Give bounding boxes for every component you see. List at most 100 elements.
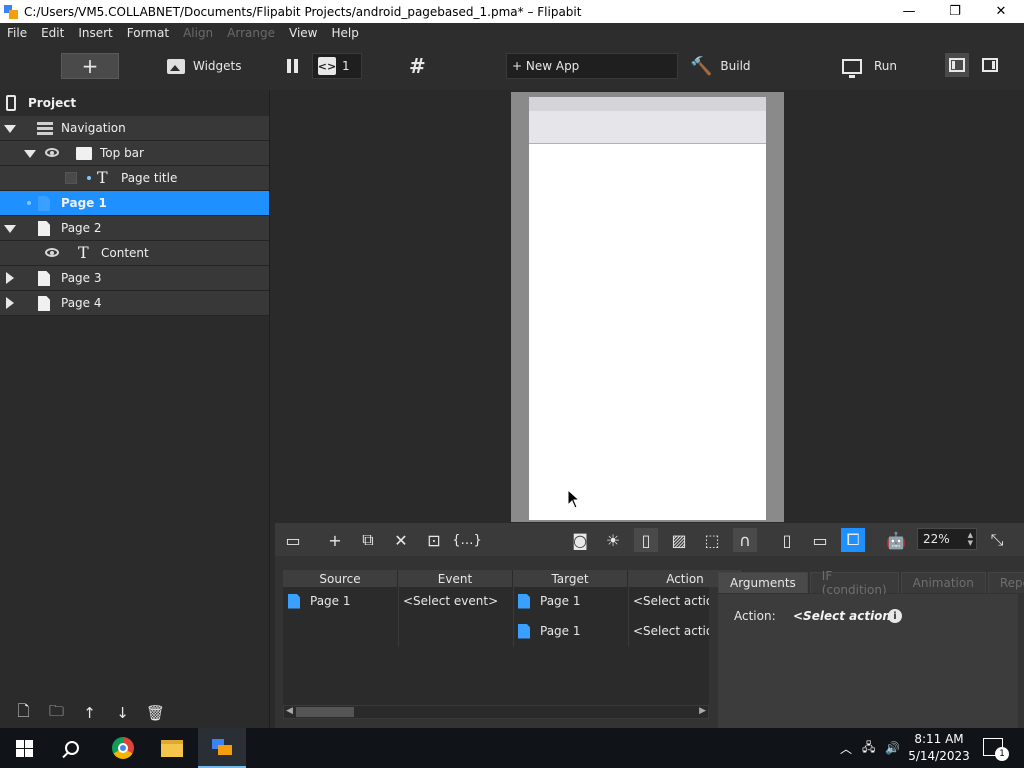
tree-item-content[interactable]: T Content [0, 241, 269, 266]
expand-triangle-icon[interactable] [4, 225, 16, 233]
flipabit-taskbar-button[interactable] [198, 728, 246, 768]
column-header-target[interactable]: Target [513, 570, 628, 587]
column-header-event[interactable]: Event [398, 570, 513, 587]
device-screen[interactable] [529, 97, 766, 520]
event-row-action[interactable]: <Select action> [633, 587, 709, 615]
project-header: Project [0, 90, 269, 116]
toggle-left-panel-button[interactable] [945, 53, 969, 77]
add-page-icon[interactable]: 🗋 [7, 701, 40, 726]
menu-align[interactable]: Align [176, 26, 220, 40]
expand-triangle-icon[interactable] [24, 150, 36, 158]
duplicate-icon[interactable]: ⧉ [356, 528, 380, 552]
hatch-icon[interactable]: ▨ [667, 528, 691, 552]
zoom-field[interactable]: 22% ▲ ▼ [917, 528, 977, 550]
scroll-right-icon[interactable]: ▶ [699, 706, 706, 716]
canvas-area[interactable] [271, 90, 1024, 523]
tree-item-page-1[interactable]: Page 1 [0, 191, 269, 216]
chrome-taskbar-button[interactable] [99, 728, 147, 768]
show-hidden-icons-button[interactable]: ︿ [840, 728, 852, 768]
menu-help[interactable]: Help [324, 26, 365, 40]
scrollbar-thumb[interactable] [296, 707, 354, 717]
scroll-left-icon[interactable]: ◀ [286, 706, 293, 716]
device-top-bar[interactable] [529, 111, 766, 144]
page-number-selector[interactable]: <> 1 [312, 53, 362, 79]
menu-arrange[interactable]: Arrange [220, 26, 282, 40]
expand-triangle-icon[interactable] [4, 125, 16, 133]
build-button[interactable]: 🔨 Build [690, 55, 751, 77]
tree-item-top-bar[interactable]: Top bar [0, 141, 269, 166]
start-button[interactable] [0, 728, 48, 768]
tree-item-page-4[interactable]: Page 4 [0, 291, 269, 316]
event-row-target[interactable]: Page 1 [518, 617, 626, 645]
tab-arguments[interactable]: Arguments [718, 572, 808, 593]
brightness-icon[interactable]: ☀ [601, 528, 625, 552]
taskbar-clock[interactable]: 8:11 AM 5/14/2023 [905, 731, 973, 765]
tab-if-condition[interactable]: IF (condition) [809, 569, 899, 597]
app-selector[interactable]: + New App [506, 53, 678, 79]
action-select[interactable]: <Select action> [793, 609, 901, 623]
event-row-event[interactable]: <Select event> [403, 587, 511, 615]
column-header-source[interactable]: Source [283, 570, 398, 587]
grid-button[interactable]: # [409, 54, 426, 78]
notifications-button[interactable]: 1 [983, 738, 1009, 761]
search-button[interactable] [48, 728, 96, 768]
tab-animation[interactable]: Animation [900, 572, 986, 593]
eye-icon[interactable] [45, 148, 59, 157]
menu-format[interactable]: Format [120, 26, 176, 40]
volume-icon[interactable]: 🔊 [885, 728, 900, 768]
close-button[interactable]: ✕ [978, 0, 1024, 23]
project-panel: Project Navigation Top bar T Page title … [0, 90, 270, 728]
tree-item-page-2[interactable]: Page 2 [0, 216, 269, 241]
menu-edit[interactable]: Edit [34, 26, 71, 40]
trash-icon[interactable]: 🗑 [139, 704, 172, 722]
folder-icon [76, 147, 92, 160]
zoom-spinner[interactable]: ▲ ▼ [968, 531, 973, 547]
tree-item-page-3[interactable]: Page 3 [0, 266, 269, 291]
menu-view[interactable]: View [282, 26, 324, 40]
event-row-source[interactable]: Page 1 [288, 587, 396, 615]
menu-file[interactable]: File [0, 26, 34, 40]
menu-insert[interactable]: Insert [71, 26, 119, 40]
collapse-icon[interactable]: ⤡ [985, 528, 1009, 552]
landscape-icon[interactable]: ▭ [808, 528, 832, 552]
phone-frame-icon[interactable]: ▯ [634, 528, 658, 552]
link-dot-icon [87, 176, 91, 180]
preview-icon[interactable]: ⊡ [422, 528, 446, 552]
add-icon[interactable]: + [323, 528, 347, 552]
zoom-value: 22% [923, 532, 950, 546]
move-up-icon[interactable]: ↑ [73, 704, 106, 722]
selection-icon[interactable]: ⬚ [700, 528, 724, 552]
tree-item-page-title[interactable]: T Page title [0, 166, 269, 191]
delete-icon[interactable]: ✕ [389, 528, 413, 552]
tree-item-label: Page 2 [61, 221, 102, 235]
move-down-icon[interactable]: ↓ [106, 704, 139, 722]
portrait-icon[interactable]: ▯ [775, 528, 799, 552]
multi-device-icon[interactable]: ⧠ [841, 528, 865, 552]
braces-icon[interactable]: {…} [452, 528, 482, 552]
toggle-right-panel-button[interactable] [978, 53, 1002, 77]
add-page-button[interactable]: + [61, 53, 119, 79]
android-icon[interactable]: 🤖 [884, 528, 908, 552]
eye-icon[interactable] [45, 248, 59, 257]
widgets-button[interactable]: Widgets [167, 55, 242, 77]
event-row-target[interactable]: Page 1 [518, 587, 626, 615]
run-label: Run [874, 59, 898, 73]
minimize-button[interactable]: — [886, 0, 932, 23]
pause-button[interactable] [287, 56, 301, 76]
tree-item-navigation[interactable]: Navigation [0, 116, 269, 141]
info-icon[interactable]: i [888, 609, 902, 623]
maximize-button[interactable]: ❐ [932, 0, 978, 23]
network-icon[interactable]: 🖧 [862, 728, 875, 768]
events-horizontal-scrollbar[interactable]: ◀ ▶ [283, 705, 709, 719]
collapse-triangle-icon[interactable] [6, 297, 14, 309]
collapse-triangle-icon[interactable] [6, 272, 14, 284]
camera-icon[interactable]: ◙ [568, 528, 592, 552]
visibility-checkbox[interactable] [65, 172, 77, 184]
run-button[interactable]: Run [842, 55, 898, 78]
add-folder-icon[interactable]: 🗀 [40, 701, 73, 726]
page-view-icon[interactable]: ▭ [281, 528, 305, 552]
event-row-action[interactable]: <Select action> [633, 617, 709, 645]
magnet-icon[interactable]: ∩ [733, 528, 757, 552]
tab-repeats[interactable]: Repeats [987, 572, 1024, 593]
file-explorer-taskbar-button[interactable] [148, 728, 196, 768]
